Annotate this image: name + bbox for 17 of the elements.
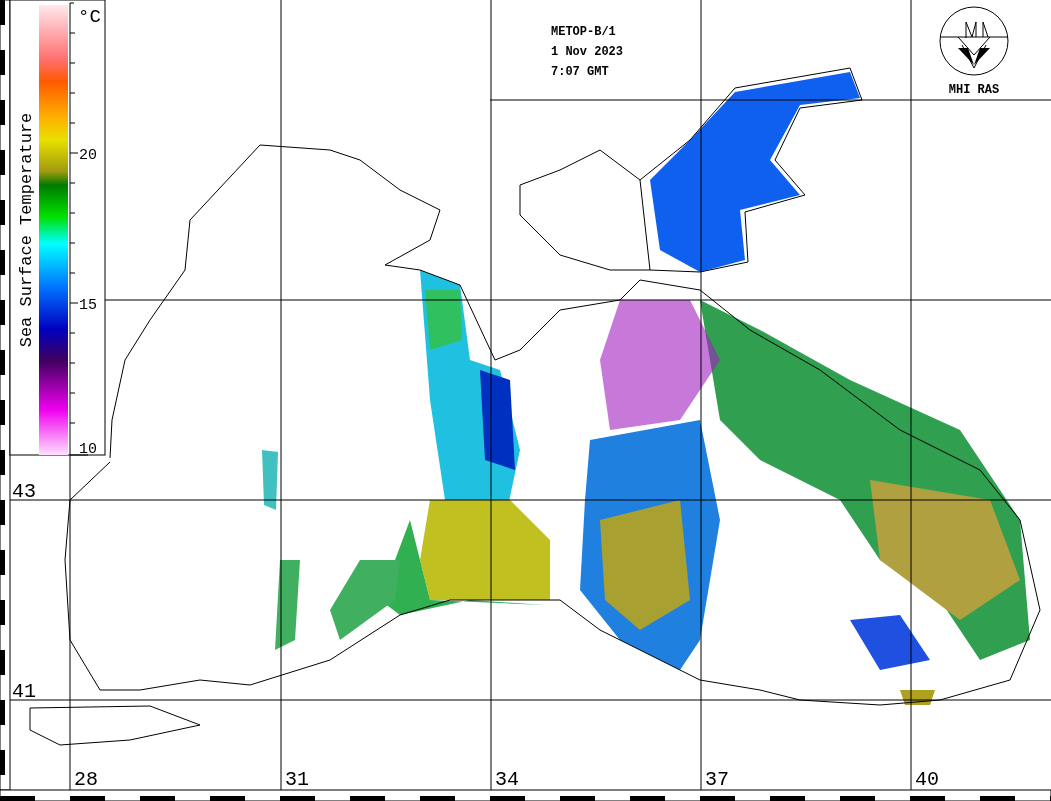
legend-title: Sea Surface Temperature — [17, 112, 36, 348]
longitude-label: 28 — [74, 768, 98, 791]
longitude-label: 34 — [495, 768, 519, 791]
latitude-label: 41 — [12, 680, 36, 703]
legend-tick-label: 20 — [79, 147, 97, 164]
logo-label: MHI RAS — [948, 83, 1000, 97]
image-date: 1 Nov 2023 — [551, 45, 623, 59]
image-time: 7:07 GMT — [551, 65, 609, 79]
longitude-label: 31 — [285, 768, 309, 791]
satellite-name: METOP-B/1 — [551, 25, 616, 39]
longitude-label: 37 — [705, 768, 729, 791]
institute-logo-icon — [939, 6, 1009, 76]
longitude-label: 40 — [915, 768, 939, 791]
legend-unit: °C — [78, 6, 101, 28]
latitude-label: 43 — [12, 480, 36, 503]
legend-tick-label: 10 — [79, 441, 97, 458]
legend-tick-label: 15 — [79, 297, 97, 314]
